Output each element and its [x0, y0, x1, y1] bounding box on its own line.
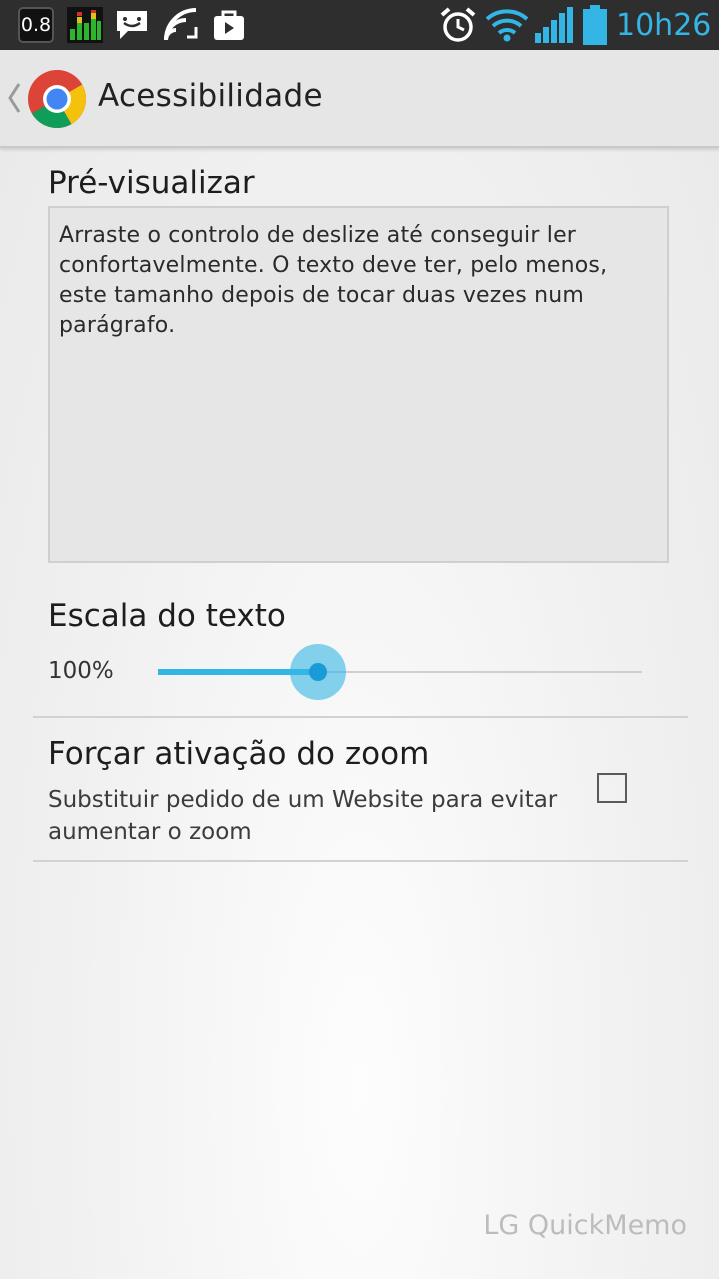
- divider: [33, 860, 688, 862]
- force-zoom-title: Forçar ativação do zoom: [48, 736, 430, 772]
- alarm-icon: [438, 0, 478, 50]
- speed-badge: 0.8: [18, 7, 54, 43]
- preview-heading: Pré-visualizar: [48, 165, 255, 201]
- bag-icon: [210, 0, 248, 50]
- text-scale-value: 100%: [48, 658, 114, 684]
- signal-icon: [534, 0, 574, 50]
- slider-thumb[interactable]: [309, 663, 327, 681]
- text-scale-slider[interactable]: [158, 640, 642, 704]
- action-bar: Acessibilidade: [0, 50, 719, 148]
- page-title: Acessibilidade: [98, 78, 323, 114]
- speed-badge-icon: 0.8: [18, 0, 54, 50]
- clock-text: 10h26: [616, 7, 712, 43]
- cast-icon: [162, 0, 200, 50]
- force-zoom-description: Substituir pedido de um Website para evi…: [48, 787, 558, 845]
- force-zoom-checkbox[interactable]: [597, 773, 627, 803]
- chevron-left-icon[interactable]: [6, 80, 22, 116]
- text-scale-heading: Escala do texto: [48, 598, 286, 634]
- divider: [33, 716, 688, 718]
- status-time: 10h26: [616, 0, 712, 50]
- wifi-icon: [484, 0, 530, 50]
- chrome-icon[interactable]: [27, 69, 87, 129]
- preview-box: Arraste o controlo de deslize até conseg…: [48, 206, 669, 563]
- battery-icon: [582, 0, 608, 50]
- status-bar: 0.8 10h26: [0, 0, 719, 50]
- chat-notification-icon: [113, 0, 151, 50]
- quickmemo-watermark: LG QuickMemo: [483, 1210, 687, 1241]
- preview-text: Arraste o controlo de deslize até conseg…: [59, 223, 608, 338]
- equalizer-icon: [66, 0, 104, 50]
